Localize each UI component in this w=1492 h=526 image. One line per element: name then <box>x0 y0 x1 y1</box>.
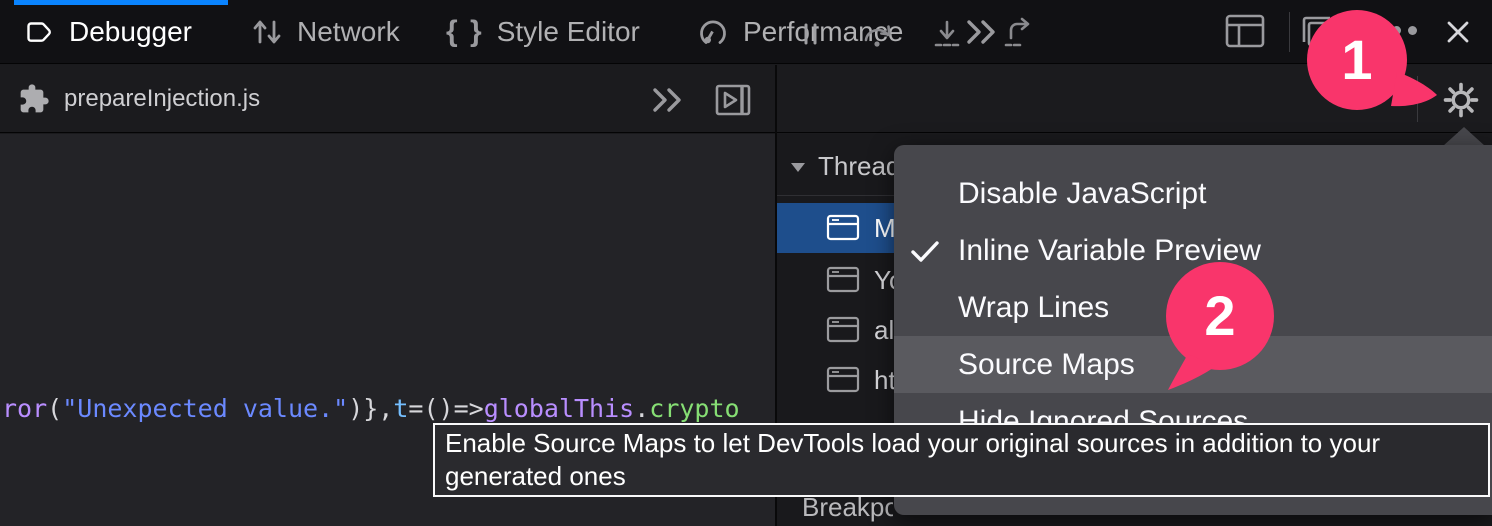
tooltip-line-2: generated ones <box>445 460 1478 493</box>
code-token: "Unexpected value." <box>62 394 348 423</box>
tab-debugger[interactable]: Debugger <box>26 0 192 64</box>
tab-label: Network <box>297 16 400 48</box>
code-token: =()=> <box>408 394 483 423</box>
code-token: crypto <box>649 394 739 423</box>
debugger-tab-icon <box>26 19 56 46</box>
step-over-icon[interactable] <box>858 16 898 52</box>
source-maps-tooltip: Enable Source Maps to let DevTools load … <box>433 423 1490 497</box>
pause-icon[interactable] <box>792 16 828 52</box>
window-icon <box>826 214 860 242</box>
menu-item-disable-javascript[interactable]: Disable JavaScript <box>894 165 1492 222</box>
tab-label: Debugger <box>69 16 192 48</box>
performance-gauge-icon <box>696 15 730 49</box>
checkmark-icon <box>908 236 942 266</box>
source-tab-bar: prepareInjection.js <box>0 65 775 133</box>
code-token: globalThis <box>484 394 635 423</box>
window-icon <box>826 316 860 344</box>
collapse-triangle-icon <box>790 161 806 173</box>
window-icon <box>826 366 860 394</box>
code-token: ( <box>47 394 62 423</box>
step-out-icon[interactable] <box>998 16 1036 52</box>
step-in-icon[interactable] <box>928 16 966 52</box>
code-token: ror <box>2 394 47 423</box>
thread-label: al <box>874 315 894 346</box>
source-file-tab[interactable]: prepareInjection.js <box>18 65 260 133</box>
code-token: . <box>634 394 649 423</box>
thread-label: ht <box>874 365 896 396</box>
code-token: t <box>393 394 408 423</box>
devtools-toolbar: Debugger Network { } Style Editor Perfor… <box>0 0 1492 64</box>
network-arrows-icon <box>250 15 284 49</box>
code-token: )}, <box>348 394 393 423</box>
window-icon <box>826 266 860 294</box>
tab-network[interactable]: Network <box>250 0 400 64</box>
badge-2-number: 2 <box>1192 284 1248 348</box>
split-panel-icon[interactable] <box>1224 12 1266 50</box>
tab-label: Style Editor <box>497 16 640 48</box>
tab-style-editor[interactable]: { } Style Editor <box>446 0 640 64</box>
menu-anchor-arrow <box>1443 127 1485 146</box>
chevron-double-right-icon[interactable] <box>648 83 688 117</box>
more-tools-chevron-icon[interactable] <box>962 15 1002 49</box>
extension-puzzle-icon <box>18 83 50 115</box>
curly-braces-icon: { } <box>446 15 484 49</box>
source-file-name: prepareInjection.js <box>64 85 260 113</box>
tooltip-line-1: Enable Source Maps to let DevTools load … <box>445 427 1478 460</box>
code-line: ror("Unexpected value.")},t=()=>globalTh… <box>2 394 740 423</box>
thread-label: M <box>874 213 896 244</box>
devtools-window: Debugger Network { } Style Editor Perfor… <box>0 0 1492 526</box>
open-panel-icon[interactable] <box>714 82 752 118</box>
badge-1-number: 1 <box>1329 28 1385 92</box>
